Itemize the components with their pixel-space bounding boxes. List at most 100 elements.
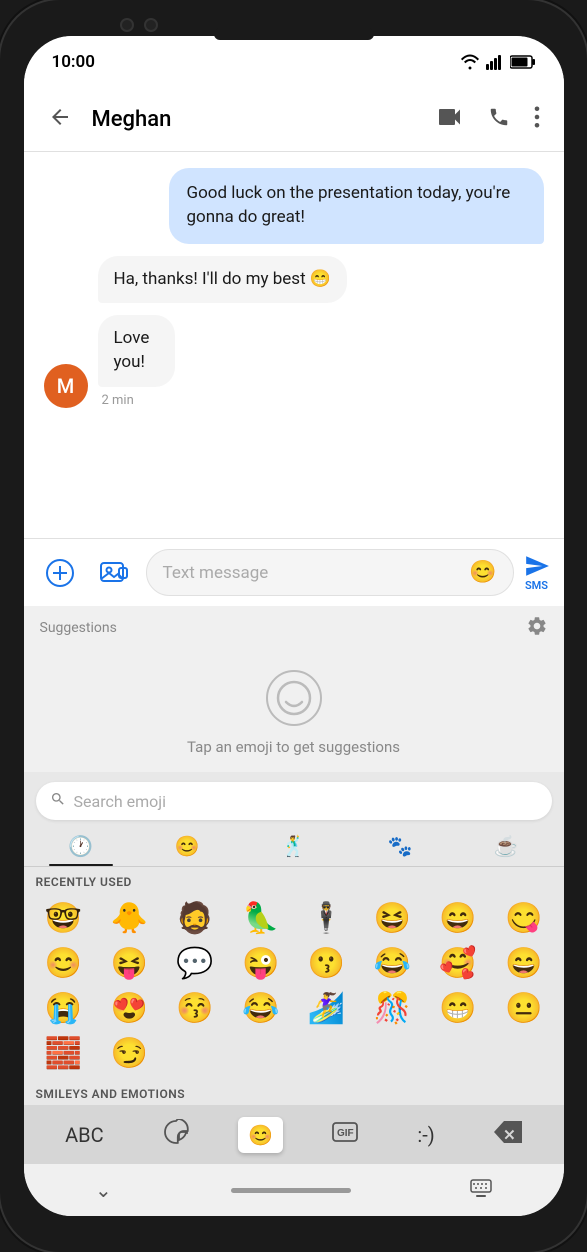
emoji-category-tabs: 🕐 😊 🕺 🐾 ☕ <box>24 820 564 867</box>
add-attachment-button[interactable] <box>38 551 82 595</box>
top-bar-actions <box>430 98 548 141</box>
backspace-icon <box>494 1121 522 1148</box>
emoji-item[interactable]: 😆 <box>360 897 424 940</box>
emoji-item[interactable]: 🥰 <box>426 942 490 985</box>
emoji-item[interactable]: 😚 <box>163 987 227 1030</box>
phone-notch <box>214 28 374 40</box>
messages-area: Good luck on the presentation today, you… <box>24 152 564 538</box>
emoji-keyboard-icon: 😊 <box>248 1123 273 1147</box>
emoji-item[interactable]: 🎊 <box>360 987 424 1030</box>
send-button-label: SMS <box>525 579 548 592</box>
abc-icon: ABC <box>65 1123 104 1147</box>
conversation-title: Meghan <box>92 107 418 132</box>
incoming-message-2-text: Love you! <box>114 328 150 372</box>
top-bar: Meghan <box>24 88 564 152</box>
emoji-item[interactable]: 😏 <box>97 1032 161 1075</box>
emoji-item[interactable]: 😊 <box>32 942 96 985</box>
kaomoji-button[interactable]: :-) <box>407 1117 444 1153</box>
emoji-item[interactable]: 😐 <box>492 987 556 1030</box>
abc-keyboard-button[interactable]: ABC <box>55 1117 114 1153</box>
recently-used-grid: 🤓 🐥 🧔 🦜 🕴 😆 😄 😋 😊 😝 💬 😜 😗 😂 🥰 😄 😭 😍 😚 <box>24 893 564 1079</box>
emoji-item[interactable]: 😁 <box>426 987 490 1030</box>
emoji-search-placeholder: Search emoji <box>74 792 166 811</box>
emoji-item[interactable]: 😄 <box>426 897 490 940</box>
tab-people[interactable]: 🕺 <box>240 826 346 866</box>
contact-avatar: M <box>44 364 88 408</box>
nav-keyboard-button[interactable] <box>446 1168 516 1212</box>
incoming-bubble-group: Love you! 2 min <box>98 315 201 408</box>
emoji-item[interactable]: 😝 <box>97 942 161 985</box>
backspace-button[interactable] <box>484 1115 532 1154</box>
emoji-search-bar: Search emoji <box>24 772 564 820</box>
status-icons <box>460 54 536 70</box>
suggestions-label: Suggestions <box>40 620 117 636</box>
tab-recent[interactable]: 🕐 <box>28 826 134 866</box>
home-indicator[interactable] <box>231 1188 351 1193</box>
emoji-item[interactable]: 😄 <box>492 942 556 985</box>
emoji-item[interactable]: 🧔 <box>163 897 227 940</box>
suggestions-bar: Suggestions <box>24 606 564 650</box>
emoji-item[interactable]: 💬 <box>163 942 227 985</box>
message-input-field[interactable]: Text message 😊 <box>146 549 514 596</box>
emoji-item[interactable]: 🧱 <box>32 1032 96 1075</box>
phone-camera-left <box>120 18 134 32</box>
svg-text:GIF: GIF <box>337 1128 354 1139</box>
tab-smileys[interactable]: 😊 <box>134 826 240 866</box>
emoji-suggestions-area: Tap an emoji to get suggestions <box>24 650 564 772</box>
phone-frame: 10:00 <box>0 0 587 1252</box>
emoji-face-graphic <box>266 670 322 726</box>
emoji-item[interactable]: 🕴 <box>295 897 359 940</box>
emoji-item[interactable]: 😋 <box>492 897 556 940</box>
incoming-message-group-2: M Love you! 2 min <box>44 315 544 408</box>
recently-used-label: RECENTLY USED <box>24 867 564 893</box>
incoming-message-2: Love you! <box>98 315 176 387</box>
battery-icon <box>510 55 536 69</box>
status-time: 10:00 <box>52 52 95 72</box>
emoji-hint-text: Tap an emoji to get suggestions <box>187 738 400 756</box>
smileys-label: SMILEYS AND EMOTIONS <box>24 1079 564 1105</box>
sticker-button[interactable] <box>153 1113 199 1156</box>
emoji-item[interactable]: 😜 <box>229 942 293 985</box>
message-placeholder: Text message <box>163 563 462 583</box>
keyboard-bottom-row: ABC 😊 GIF <box>24 1105 564 1164</box>
video-call-button[interactable] <box>430 99 472 140</box>
emoji-item[interactable]: 🏄‍♀️ <box>295 987 359 1030</box>
emoji-keyboard: Search emoji 🕐 😊 🕺 🐾 ☕ RECENTLY USED 🤓 🐥… <box>24 772 564 1105</box>
status-bar: 10:00 <box>24 36 564 88</box>
back-button[interactable] <box>40 97 80 143</box>
send-button[interactable]: SMS <box>524 553 550 592</box>
emoji-item[interactable]: 🐥 <box>97 897 161 940</box>
nav-bar: ⌄ <box>24 1164 564 1216</box>
input-area: Text message 😊 SMS <box>24 538 564 606</box>
incoming-message-1: Ha, thanks! I'll do my best 😁 <box>98 256 348 304</box>
emoji-search-input[interactable]: Search emoji <box>36 782 552 820</box>
emoji-item[interactable]: 😂 <box>229 987 293 1030</box>
message-out-wrapper: Good luck on the presentation today, you… <box>44 168 544 244</box>
tab-animals[interactable]: 🐾 <box>347 826 453 866</box>
sticker-icon <box>163 1119 189 1150</box>
emoji-item[interactable]: 😍 <box>97 987 161 1030</box>
emoji-keyboard-button[interactable]: 😊 <box>238 1117 283 1153</box>
emoji-item[interactable]: 😗 <box>295 942 359 985</box>
signal-icon <box>486 54 504 70</box>
phone-camera-right <box>144 18 158 32</box>
phone-call-button[interactable] <box>480 98 518 141</box>
emoji-item[interactable]: 🤓 <box>32 897 96 940</box>
outgoing-message-text: Good luck on the presentation today, you… <box>187 183 511 227</box>
emoji-picker-button[interactable]: 😊 <box>469 560 496 585</box>
incoming-message-group-1: Ha, thanks! I'll do my best 😁 <box>44 256 544 304</box>
tab-food[interactable]: ☕ <box>453 826 559 866</box>
wifi-icon <box>460 54 480 70</box>
nav-back-button[interactable]: ⌄ <box>71 1168 136 1212</box>
gif-keyboard-button[interactable]: GIF <box>322 1116 368 1153</box>
media-button[interactable] <box>92 551 136 595</box>
more-options-button[interactable] <box>526 98 548 141</box>
gif-label: GIF <box>332 1122 358 1147</box>
phone-screen: 10:00 <box>24 36 564 1216</box>
emoji-item[interactable]: 😭 <box>32 987 96 1030</box>
emoji-item[interactable]: 🦜 <box>229 897 293 940</box>
search-icon <box>50 791 66 811</box>
suggestions-settings-button[interactable] <box>526 615 548 642</box>
emoji-item[interactable]: 😂 <box>360 942 424 985</box>
kaomoji-icon: :-) <box>417 1123 434 1147</box>
